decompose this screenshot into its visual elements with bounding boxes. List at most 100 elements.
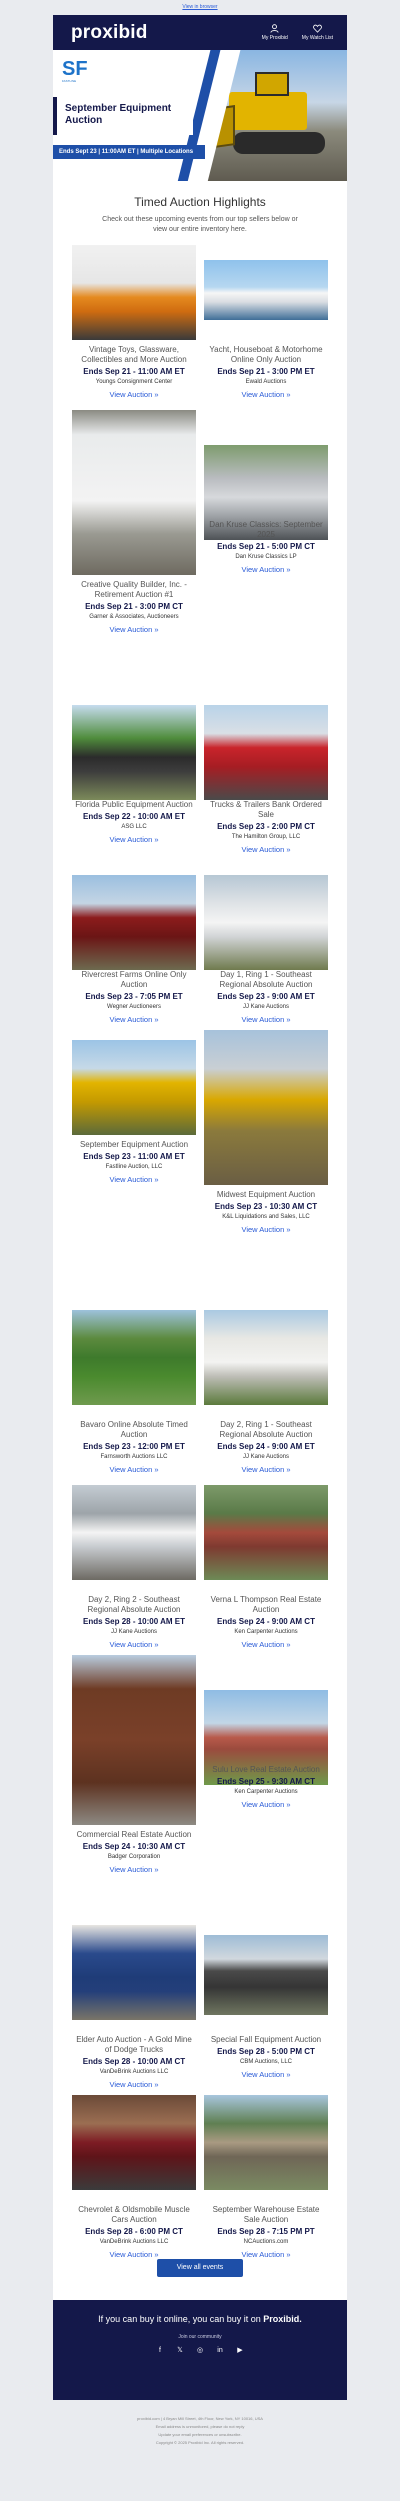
view-auction-link[interactable]: View Auction » [204, 390, 328, 399]
auction-title[interactable]: Florida Public Equipment Auction [72, 800, 196, 810]
view-auction-link[interactable]: View Auction » [72, 1865, 196, 1874]
instagram-icon[interactable]: ◎ [195, 2346, 205, 2356]
auction-card: Day 1, Ring 1 - Southeast Regional Absol… [204, 970, 328, 1024]
auction-title[interactable]: Day 2, Ring 1 - Southeast Regional Absol… [204, 1420, 328, 1440]
auction-title[interactable]: Yacht, Houseboat & Motorhome Online Only… [204, 345, 328, 365]
auction-title[interactable]: Special Fall Equipment Auction [204, 2035, 328, 2045]
view-auction-link[interactable]: View Auction » [204, 2250, 328, 2259]
auction-end-date: Ends Sep 23 - 12:00 PM ET [83, 1442, 185, 1451]
auction-title[interactable]: Day 1, Ring 1 - Southeast Regional Absol… [204, 970, 328, 990]
auction-photo[interactable] [72, 1310, 196, 1405]
youtube-icon[interactable]: ▶ [235, 2346, 245, 2356]
auction-end-date: Ends Sep 23 - 11:00 AM ET [83, 1152, 185, 1161]
auction-photo[interactable] [72, 245, 196, 340]
view-auction-link[interactable]: View Auction » [204, 565, 328, 574]
view-all-events-button[interactable]: View all events [157, 2259, 243, 2277]
auction-end-date: Ends Sep 23 - 10:30 AM CT [214, 1202, 318, 1211]
auction-end-date: Ends Sep 23 - 9:00 AM ET [217, 992, 315, 1001]
legal-copyright: Copyright © 2025 Proxibid Inc. All right… [155, 2440, 245, 2445]
auction-seller: The Hamilton Group, LLC [231, 834, 301, 840]
auction-photo[interactable] [72, 705, 196, 800]
linkedin-icon[interactable]: in [215, 2346, 225, 2356]
auction-title[interactable]: Sulu Love Real Estate Auction [204, 1765, 328, 1775]
auction-title[interactable]: Verna L Thompson Real Estate Auction [204, 1595, 328, 1615]
auction-title[interactable]: Midwest Equipment Auction [204, 1190, 328, 1200]
view-in-browser-link[interactable]: View in browser [0, 4, 400, 10]
facebook-icon[interactable]: f [155, 2346, 165, 2356]
view-auction-link[interactable]: View Auction » [72, 1015, 196, 1024]
auction-title[interactable]: Creative Quality Builder, Inc. - Retirem… [72, 580, 196, 600]
my-watch-list-link[interactable]: My Watch List [302, 24, 333, 41]
auction-photo[interactable] [72, 1040, 196, 1135]
view-auction-link[interactable]: View Auction » [72, 625, 196, 634]
my-watch-list-label: My Watch List [301, 35, 333, 41]
auction-title[interactable]: September Equipment Auction [72, 1140, 196, 1150]
view-auction-link[interactable]: View Auction » [72, 390, 196, 399]
auction-grid: Vintage Toys, Glassware, Collectibles an… [53, 235, 347, 2350]
view-auction-link[interactable]: View Auction » [72, 2080, 196, 2089]
auction-photo[interactable] [204, 260, 328, 320]
auction-end-date: Ends Sep 24 - 9:00 AM CT [217, 1617, 315, 1626]
view-auction-link[interactable]: View Auction » [72, 1465, 196, 1474]
auction-end-date: Ends Sep 21 - 3:00 PM ET [217, 367, 315, 376]
view-auction-link[interactable]: View Auction » [72, 2250, 196, 2259]
proxibid-logo[interactable]: proxibid [71, 22, 148, 44]
hero-banner[interactable]: SF FASTLINE September Equipment Auction … [53, 50, 347, 181]
auction-photo[interactable] [204, 705, 328, 800]
auction-seller: JJ Kane Auctions [110, 1629, 158, 1635]
view-auction-link[interactable]: View Auction » [72, 835, 196, 844]
auction-title[interactable]: Chevrolet & Oldsmobile Muscle Cars Aucti… [72, 2205, 196, 2225]
auction-card: Bavaro Online Absolute Timed Auction Ends… [72, 1420, 196, 1474]
legal-preferences-link[interactable]: Update your email preferences or unsubsc… [53, 2431, 347, 2439]
my-proxibid-link[interactable]: My Proxibid [262, 24, 288, 41]
auction-title[interactable]: Trucks & Trailers Bank Ordered Sale [204, 800, 328, 820]
x-icon[interactable]: 𝕏 [175, 2346, 185, 2356]
auction-card: Rivercrest Farms Online Only Auction Ends… [72, 970, 196, 1024]
legal-address: proxibid.com | 4 Bryan Mill Street, 4th … [137, 2416, 263, 2421]
auction-photo[interactable] [72, 2095, 196, 2190]
auction-photo[interactable] [204, 2095, 328, 2190]
auction-card: Day 2, Ring 1 - Southeast Regional Absol… [204, 1420, 328, 1474]
auction-title[interactable]: Rivercrest Farms Online Only Auction [72, 970, 196, 990]
auction-title[interactable]: Bavaro Online Absolute Timed Auction [72, 1420, 196, 1440]
auction-photo[interactable] [204, 1310, 328, 1405]
auction-end-date: Ends Sep 28 - 5:00 PM CT [217, 2047, 315, 2056]
auction-photo[interactable] [72, 1925, 196, 2020]
view-auction-link[interactable]: View Auction » [72, 1175, 196, 1184]
auction-card: Sulu Love Real Estate Auction Ends Sep 25… [204, 1765, 328, 1809]
auction-end-date: Ends Sep 28 - 10:00 AM CT [82, 2057, 186, 2066]
auction-title[interactable]: Day 2, Ring 2 - Southeast Regional Absol… [72, 1595, 196, 1615]
auction-card: Dan Kruse Classics: September 2025 Ends S… [204, 520, 328, 574]
auction-photo[interactable] [204, 1485, 328, 1580]
view-auction-link[interactable]: View Auction » [72, 1640, 196, 1649]
view-auction-link[interactable]: View Auction » [204, 1465, 328, 1474]
auction-photo[interactable] [72, 875, 196, 970]
footer-join-text: Join our community [178, 2334, 222, 2340]
auction-photo[interactable] [72, 410, 196, 575]
view-auction-link[interactable]: View Auction » [204, 1800, 328, 1809]
auction-photo[interactable] [72, 1655, 196, 1825]
auction-title[interactable]: Vintage Toys, Glassware, Collectibles an… [72, 345, 196, 365]
auction-end-date: Ends Sep 21 - 3:00 PM CT [85, 602, 183, 611]
auction-photo[interactable] [204, 875, 328, 970]
auction-photo[interactable] [72, 1485, 196, 1580]
auction-card: September Warehouse Estate Sale Auction E… [204, 2205, 328, 2259]
auction-title[interactable]: Elder Auto Auction - A Gold Mine of Dodg… [72, 2035, 196, 2055]
auction-title[interactable]: September Warehouse Estate Sale Auction [204, 2205, 328, 2225]
view-auction-link[interactable]: View Auction » [204, 845, 328, 854]
footer-tagline-text: If you can buy it online, you can buy it… [98, 2314, 261, 2324]
section-title: Timed Auction Highlights [134, 195, 266, 209]
view-auction-link[interactable]: View Auction » [204, 1225, 328, 1234]
auction-card: September Equipment Auction Ends Sep 23 -… [72, 1140, 196, 1184]
view-auction-link[interactable]: View Auction » [204, 1640, 328, 1649]
auction-card: Midwest Equipment Auction Ends Sep 23 - 1… [204, 1190, 328, 1234]
legal-unmonitored: Email address is unmonitored, please do … [155, 2424, 245, 2429]
auction-photo[interactable] [204, 1935, 328, 2015]
auction-photo[interactable] [204, 1030, 328, 1185]
auction-title[interactable]: Commercial Real Estate Auction [72, 1830, 196, 1840]
auction-title[interactable]: Dan Kruse Classics: September 2025 [204, 520, 328, 540]
view-auction-link[interactable]: View Auction » [204, 1015, 328, 1024]
hero-title: September Equipment Auction [65, 103, 172, 126]
auction-end-date: Ends Sep 28 - 6:00 PM CT [85, 2227, 183, 2236]
view-auction-link[interactable]: View Auction » [204, 2070, 328, 2079]
